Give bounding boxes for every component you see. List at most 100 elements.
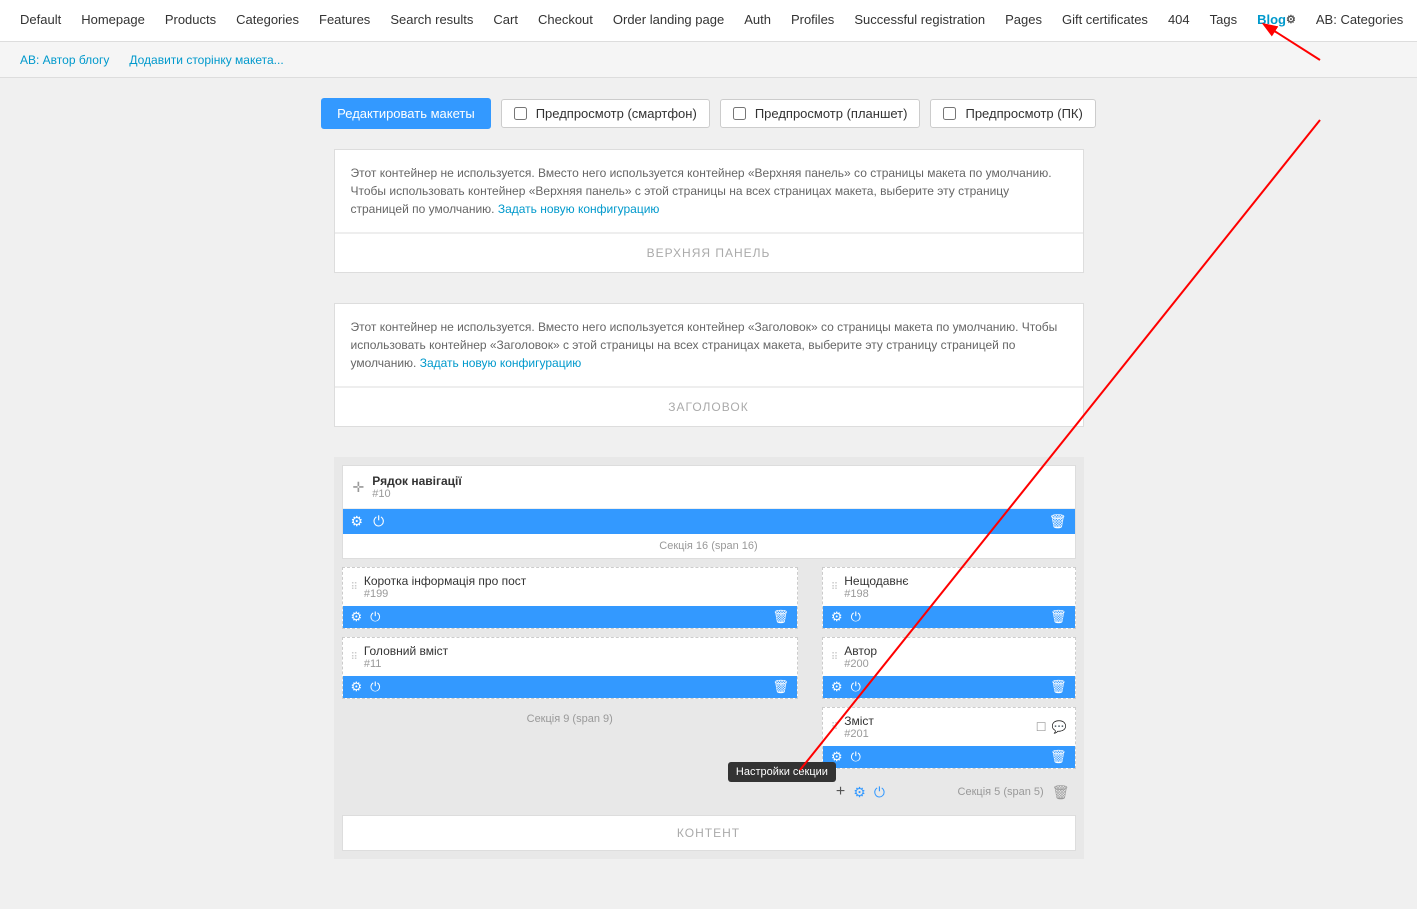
edit-layouts-button[interactable]: Редактировать макеты xyxy=(321,98,491,129)
nav-404[interactable]: 404 xyxy=(1158,0,1200,42)
widget-main-content-title: Головний вміст xyxy=(364,644,448,658)
widget-trash-icon4[interactable]: 🗑 xyxy=(1050,679,1067,695)
section-power-icon[interactable]: ⏻ xyxy=(874,784,885,801)
row-header: ✛ Рядок навігації #10 xyxy=(343,466,1075,509)
widget-settings-icon4[interactable]: ⚙ xyxy=(831,679,843,695)
widget-contents-title: Зміст xyxy=(844,714,874,728)
container1-notice: Этот контейнер не используется. Вместо н… xyxy=(335,150,1083,233)
widget-drag-icon2: ⠿ xyxy=(351,652,358,663)
comment-icon: 💬 xyxy=(1052,720,1067,734)
nav-pages[interactable]: Pages xyxy=(995,0,1052,42)
widget-main-content: ⠿ Головний вміст #11 ⚙ ⏻ 🗑 xyxy=(342,637,798,699)
nav-tags[interactable]: Tags xyxy=(1200,0,1247,42)
nav-successful-registration[interactable]: Successful registration xyxy=(844,0,995,42)
move-icon[interactable]: ✛ xyxy=(353,479,365,496)
widget-power-icon3[interactable]: ⏻ xyxy=(851,609,861,625)
secondary-nav: AB: Автор блогу Додавити сторінку макета… xyxy=(0,42,1417,78)
widget-trash-icon2[interactable]: 🗑 xyxy=(772,679,789,695)
widget-main-content-header: ⠿ Головний вміст #11 xyxy=(343,638,797,676)
widget-power-icon5[interactable]: ⏻ xyxy=(851,749,861,765)
row-title: Рядок навігації xyxy=(372,474,462,488)
nav-auth[interactable]: Auth xyxy=(734,0,781,42)
widget-trash-icon3[interactable]: 🗑 xyxy=(1050,609,1067,625)
gear-icon[interactable]: ⚙ xyxy=(1286,13,1296,26)
widget-main-content-id: #11 xyxy=(364,658,448,670)
sec-nav-ab-author[interactable]: AB: Автор блогу xyxy=(10,53,119,67)
preview-pc-button[interactable]: Предпросмотр (ПК) xyxy=(930,99,1095,128)
widget-settings-icon2[interactable]: ⚙ xyxy=(351,679,363,695)
row-id: #10 xyxy=(372,488,462,500)
preview-smartphone-checkbox[interactable] xyxy=(514,107,527,120)
nav-order-landing[interactable]: Order landing page xyxy=(603,0,734,42)
widget-settings-icon3[interactable]: ⚙ xyxy=(831,609,843,625)
preview-smartphone-label: Предпросмотр (смартфон) xyxy=(536,106,697,121)
nav-products[interactable]: Products xyxy=(155,0,226,42)
widget-drag-icon5: ⠿ xyxy=(831,722,838,733)
row-block-navigation: ✛ Рядок навігації #10 ⚙ ⏻ 🗑 Секція 16 (s… xyxy=(342,465,1076,559)
content-label: КОНТЕНТ xyxy=(342,815,1076,851)
settings-tooltip: Настройки секции xyxy=(728,762,836,782)
section-trash-icon[interactable]: 🗑 xyxy=(1052,784,1070,801)
widget-drag-icon: ⠿ xyxy=(351,582,358,593)
main-area: Редактировать макеты Предпросмотр (смарт… xyxy=(0,78,1417,909)
nav-blog-label: Blog xyxy=(1257,12,1286,27)
widget-short-info-title: Коротка інформація про пост xyxy=(364,574,526,588)
nav-default[interactable]: Default xyxy=(10,0,71,42)
container-top-panel: Этот контейнер не используется. Вместо н… xyxy=(334,149,1084,273)
container2-link[interactable]: Задать новую конфигурацию xyxy=(420,356,582,370)
widget-main-content-actions: ⚙ ⏻ 🗑 xyxy=(343,676,797,698)
widget-contents-actions: ⚙ ⏻ 🗑 xyxy=(823,746,1075,768)
container2-notice: Этот контейнер не используется. Вместо н… xyxy=(335,304,1083,387)
widget-contents-id: #201 xyxy=(844,728,874,740)
container2-label: ЗАГОЛОВОК xyxy=(335,387,1083,426)
section9-label: Секція 9 (span 9) xyxy=(342,707,798,731)
widget-author-actions: ⚙ ⏻ 🗑 xyxy=(823,676,1075,698)
widget-recent-id: #198 xyxy=(844,588,908,600)
nav-checkout[interactable]: Checkout xyxy=(528,0,603,42)
widget-extra-icons: ☐ 💬 xyxy=(1036,720,1067,734)
section-actions-bar: Настройки секции + ⚙ ⏻ Секція 5 (span 5)… xyxy=(822,777,1076,807)
preview-pc-checkbox[interactable] xyxy=(943,107,956,120)
widget-recent-actions: ⚙ ⏻ 🗑 xyxy=(823,606,1075,628)
preview-tablet-checkbox[interactable] xyxy=(733,107,746,120)
window-icon: ☐ xyxy=(1036,720,1047,734)
widget-recent-header: ⠿ Нещодавнє #198 xyxy=(823,568,1075,606)
nav-blog[interactable]: Blog ⚙ xyxy=(1247,0,1306,42)
nav-features[interactable]: Features xyxy=(309,0,380,42)
widget-author-title: Автор xyxy=(844,644,877,658)
widget-recent-title: Нещодавнє xyxy=(844,574,908,588)
sec-nav-add-page[interactable]: Додавити сторінку макета... xyxy=(119,53,293,67)
widget-contents-header: ⠿ Зміст #201 ☐ 💬 xyxy=(823,708,1075,746)
nav-cart[interactable]: Cart xyxy=(483,0,528,42)
widget-author-header: ⠿ Автор #200 xyxy=(823,638,1075,676)
container-header: Этот контейнер не используется. Вместо н… xyxy=(334,303,1084,427)
preview-pc-label: Предпросмотр (ПК) xyxy=(965,106,1082,121)
widget-trash-icon[interactable]: 🗑 xyxy=(772,609,789,625)
widget-trash-icon5[interactable]: 🗑 xyxy=(1050,749,1067,765)
settings-icon[interactable]: ⚙ xyxy=(351,513,364,530)
power-icon[interactable]: ⏻ xyxy=(373,513,384,530)
widget-short-info-actions: ⚙ ⏻ 🗑 xyxy=(343,606,797,628)
nav-gift-certificates[interactable]: Gift certificates xyxy=(1052,0,1158,42)
nav-search-results[interactable]: Search results xyxy=(380,0,483,42)
add-section-icon[interactable]: + xyxy=(836,783,845,801)
widget-short-info-id: #199 xyxy=(364,588,526,600)
widget-settings-icon[interactable]: ⚙ xyxy=(351,609,363,625)
preview-smartphone-button[interactable]: Предпросмотр (смартфон) xyxy=(501,99,710,128)
widget-author-id: #200 xyxy=(844,658,877,670)
section5-container: Настройки секции + ⚙ ⏻ Секція 5 (span 5)… xyxy=(822,777,1076,807)
nav-profiles[interactable]: Profiles xyxy=(781,0,844,42)
trash-icon[interactable]: 🗑 xyxy=(1049,513,1067,530)
preview-tablet-button[interactable]: Предпросмотр (планшет) xyxy=(720,99,921,128)
widget-power-icon4[interactable]: ⏻ xyxy=(851,679,861,695)
nav-categories[interactable]: Categories xyxy=(226,0,309,42)
layout-editor: ✛ Рядок навігації #10 ⚙ ⏻ 🗑 Секція 16 (s… xyxy=(334,457,1084,859)
container1-link[interactable]: Задать новую конфигурацию xyxy=(498,202,660,216)
nav-ab-categories[interactable]: AB: Categories xyxy=(1306,0,1413,42)
nav-homepage[interactable]: Homepage xyxy=(71,0,155,42)
section5-label: Секція 5 (span 5) xyxy=(958,786,1044,798)
widget-power-icon2[interactable]: ⏻ xyxy=(370,679,380,695)
widget-power-icon[interactable]: ⏻ xyxy=(370,609,380,625)
section-settings-icon[interactable]: ⚙ xyxy=(853,784,866,801)
top-nav: Default Homepage Products Categories Fea… xyxy=(0,0,1417,42)
